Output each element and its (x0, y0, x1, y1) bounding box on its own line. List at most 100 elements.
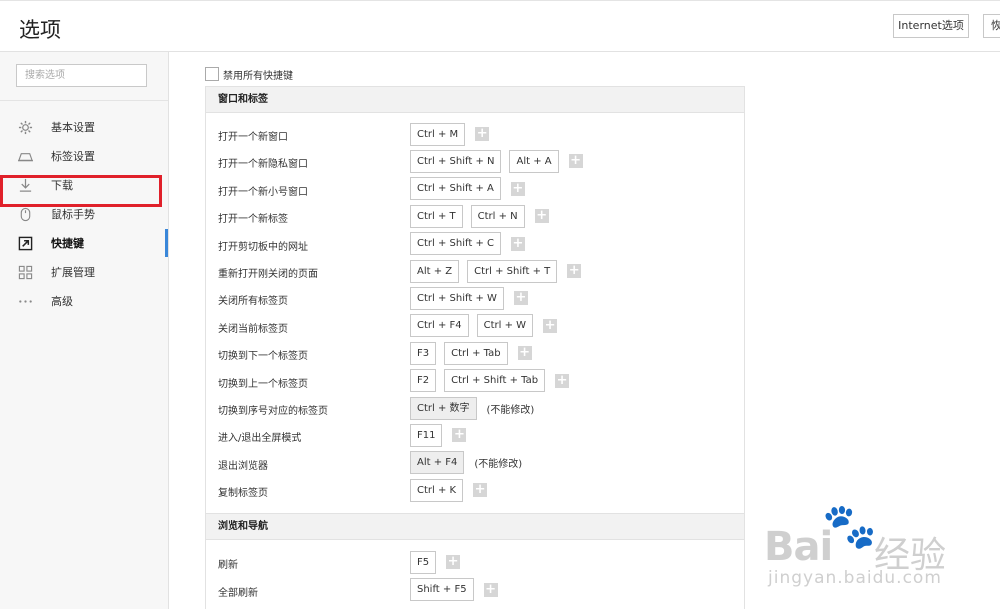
header: 选项 Internet选项 恢 (0, 1, 1000, 52)
shortcut-key-button[interactable]: F3 (410, 341, 437, 365)
shortcut-key-button[interactable]: Ctrl + F4 (410, 314, 469, 338)
gear-icon (18, 120, 33, 135)
shortcut-name: 打开剪切板中的网址 (218, 241, 308, 253)
sidebar-item-label: 标签设置 (51, 150, 95, 163)
shortcut-row: 关闭当前标签页 Ctrl + F4 Ctrl + W + (206, 314, 746, 338)
shortcut-name: 进入/退出全屏模式 (218, 433, 302, 445)
active-indicator (165, 229, 168, 257)
shortcut-key-button[interactable]: Shift + F5 (410, 578, 474, 601)
mouse-icon (18, 207, 33, 222)
annotation-highlight-box (0, 175, 162, 207)
sidebar-item-extensions[interactable]: 扩展管理 (0, 258, 165, 286)
search-input[interactable] (16, 64, 147, 87)
shortcut-key-button[interactable]: Ctrl + M (410, 122, 466, 146)
shortcut-keys: Ctrl + K + (410, 478, 488, 502)
shortcut-name: 复制标签页 (218, 488, 268, 500)
more-dots-icon (18, 294, 33, 309)
internet-options-button[interactable]: Internet选项 (893, 14, 969, 38)
shortcut-key-button[interactable]: Ctrl + Shift + C (410, 232, 501, 256)
restore-defaults-button[interactable]: 恢 (983, 14, 1000, 38)
shortcut-key-button[interactable]: Alt + A (509, 149, 559, 173)
shortcut-key-button[interactable]: Ctrl + Shift + N (410, 149, 502, 173)
shortcut-keys: Ctrl + Shift + A + (410, 177, 525, 201)
sidebar-item-shortcuts[interactable]: 快捷键 (0, 229, 165, 257)
shortcut-key-button[interactable]: F2 (410, 369, 437, 393)
shortcut-keys: Ctrl + T Ctrl + N + (410, 204, 549, 228)
shortcut-key-button[interactable]: Ctrl + Shift + A (410, 177, 501, 201)
shortcut-row: 切换到上一个标签页 F2 Ctrl + Shift + Tab + (206, 369, 746, 393)
shortcut-key-button[interactable]: Ctrl + Shift + W (410, 286, 504, 310)
shortcut-row: 切换到序号对应的标签页 Ctrl + 数字 (不能修改) (206, 396, 746, 420)
baidu-jingyan-watermark: 🐾 Bai 经验 jingyan.baidu.com (764, 500, 994, 600)
sidebar-item-basic-settings[interactable]: 基本设置 (0, 113, 165, 141)
shortcut-row: 重新打开刚关闭的页面 Alt + Z Ctrl + Shift + T + (206, 259, 746, 283)
shortcut-arrow-icon (18, 236, 33, 251)
shortcut-name: 打开一个新窗口 (218, 132, 288, 143)
sidebar-divider (0, 100, 168, 101)
sidebar: 基本设置 标签设置 下载 鼠标手势 快捷键 扩展管理 高级 (0, 52, 169, 609)
shortcut-key-button[interactable]: Ctrl + Tab (444, 341, 508, 365)
section-header-browse-nav: 浏览和导航 (205, 513, 745, 540)
add-shortcut-button[interactable]: + (475, 127, 490, 141)
shortcut-name: 重新打开刚关闭的页面 (218, 269, 318, 280)
shortcut-keys: Alt + Z Ctrl + Shift + T + (410, 259, 582, 283)
shortcut-key-button[interactable]: Ctrl + Shift + T (467, 259, 558, 283)
not-editable-note: (不能修改) (486, 404, 535, 416)
disable-all-label: 禁用所有快捷键 (223, 71, 293, 82)
shortcut-key-button: Alt + F4 (410, 451, 465, 475)
shortcut-keys: Ctrl + Shift + W + (410, 286, 528, 310)
shortcut-key-button[interactable]: Ctrl + K (410, 478, 464, 502)
shortcut-name: 退出浏览器 (218, 460, 268, 472)
sidebar-item-label: 基本设置 (51, 121, 95, 134)
shortcut-keys: F3 Ctrl + Tab + (410, 341, 532, 365)
shortcut-key-button[interactable]: F5 (410, 550, 437, 574)
shortcut-name: 打开一个新隐私窗口 (218, 159, 308, 171)
add-shortcut-button[interactable]: + (483, 582, 498, 597)
section-header-window-tabs: 窗口和标签 (205, 86, 745, 113)
tab-icon (18, 149, 33, 164)
shortcut-row: 进入/退出全屏模式 F11 + (206, 423, 746, 447)
add-shortcut-button[interactable]: + (568, 154, 583, 169)
shortcut-row: 刷新 F5 + (206, 550, 746, 574)
add-shortcut-button[interactable]: + (513, 291, 528, 306)
add-shortcut-button[interactable]: + (452, 428, 467, 443)
add-shortcut-button[interactable]: + (567, 264, 582, 278)
shortcut-keys: Ctrl + Shift + N Alt + A + (410, 149, 583, 173)
add-shortcut-button[interactable]: + (510, 236, 525, 251)
shortcut-name: 全部刷新 (218, 587, 258, 599)
watermark-brand: Bai (764, 524, 833, 570)
disable-all-checkbox[interactable] (205, 67, 219, 81)
shortcut-name: 打开一个新小号窗口 (218, 186, 308, 198)
shortcut-key-button[interactable]: Ctrl + T (410, 204, 463, 228)
shortcut-keys: Ctrl + Shift + C + (410, 232, 525, 256)
add-shortcut-button[interactable]: + (543, 318, 558, 333)
add-shortcut-button[interactable]: + (534, 209, 549, 224)
sidebar-item-tab-settings[interactable]: 标签设置 (0, 142, 165, 170)
shortcut-key-button: Ctrl + 数字 (410, 396, 477, 420)
shortcut-keys: F11 + (410, 423, 467, 447)
add-shortcut-button[interactable]: + (555, 373, 570, 388)
shortcut-row: 打开一个新隐私窗口 Ctrl + Shift + N Alt + A + (206, 149, 746, 173)
sidebar-item-label: 快捷键 (51, 237, 84, 250)
shortcut-key-button[interactable]: F11 (410, 423, 443, 447)
shortcut-key-button[interactable]: Ctrl + W (476, 314, 534, 338)
sidebar-item-advanced[interactable]: 高级 (0, 287, 165, 315)
page-title: 选项 (19, 18, 61, 42)
shortcut-keys: F2 Ctrl + Shift + Tab + (410, 369, 570, 393)
shortcut-name: 切换到下一个标签页 (218, 351, 308, 363)
add-shortcut-button[interactable]: + (517, 346, 532, 361)
add-shortcut-button[interactable]: + (473, 483, 488, 498)
add-shortcut-button[interactable]: + (510, 181, 525, 196)
shortcut-key-button[interactable]: Alt + Z (410, 259, 460, 283)
shortcut-row: 打开一个新标签 Ctrl + T Ctrl + N + (206, 204, 746, 228)
shortcut-name: 打开一个新标签 (218, 214, 288, 226)
add-shortcut-button[interactable]: + (446, 555, 461, 569)
shortcut-row: 打开一个新窗口 Ctrl + M + (206, 122, 746, 146)
shortcut-key-button[interactable]: Ctrl + Shift + Tab (444, 369, 546, 393)
shortcut-keys: Shift + F5 + (410, 578, 498, 602)
sidebar-item-label: 高级 (51, 295, 73, 308)
extensions-grid-icon (18, 265, 33, 280)
shortcut-row: 全部刷新 Shift + F5 + (206, 578, 746, 602)
shortcut-key-button[interactable]: Ctrl + N (470, 204, 525, 228)
shortcut-name: 刷新 (218, 560, 238, 571)
